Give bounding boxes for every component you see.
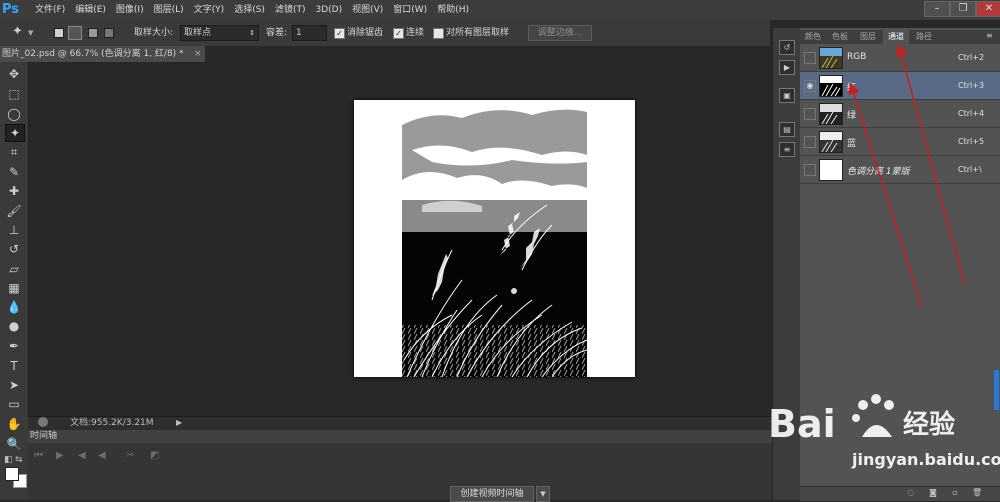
- foreground-color-swatch[interactable]: [5, 467, 19, 481]
- status-menu-icon[interactable]: ▶: [176, 416, 182, 430]
- healing-brush-tool-icon[interactable]: ✚: [5, 183, 23, 199]
- swap-colors-icon[interactable]: ⇆: [15, 455, 23, 465]
- restore-button[interactable]: ❐: [950, 1, 976, 17]
- posterized-reed-photo: [402, 100, 587, 377]
- options-bar: [0, 20, 770, 47]
- new-channel-icon[interactable]: ▫: [950, 488, 960, 497]
- menu-select[interactable]: 选择(S): [229, 0, 270, 20]
- close-document-icon[interactable]: ×: [194, 46, 202, 62]
- visibility-eye-icon[interactable]: ◉: [804, 80, 816, 92]
- arrow-to-channels-tab: [895, 44, 966, 286]
- menu-help[interactable]: 帮助(H): [432, 0, 474, 20]
- menu-file[interactable]: 文件(F): [30, 0, 70, 20]
- timeline-panel-header: [28, 430, 800, 443]
- load-selection-icon[interactable]: ◌: [906, 488, 916, 497]
- menu-filter[interactable]: 滤镜(T): [270, 0, 311, 20]
- subtract-selection-icon[interactable]: [88, 28, 98, 38]
- chevron-updown-icon: ⇕: [249, 29, 255, 37]
- preset-dropdown-icon[interactable]: ▼: [28, 29, 33, 37]
- contiguous-label: 连续: [406, 28, 425, 38]
- annotation-arrows: [848, 44, 966, 308]
- baidu-watermark-logo: Bai 经验: [768, 394, 955, 446]
- visibility-toggle-icon[interactable]: [804, 108, 816, 120]
- menu-view[interactable]: 视图(V): [347, 0, 388, 20]
- brush-tool-icon[interactable]: 🖌: [5, 203, 23, 219]
- menu-type[interactable]: 文字(Y): [189, 0, 230, 20]
- new-selection-icon[interactable]: [54, 28, 64, 38]
- hand-tool-icon[interactable]: ✋: [5, 416, 23, 432]
- delete-channel-icon[interactable]: 🗑: [972, 488, 982, 497]
- properties-panel-icon[interactable]: ▣: [779, 88, 795, 103]
- main-menu: 文件(F) 编辑(E) 图像(I) 图层(L) 文字(Y) 选择(S) 滤镜(T…: [30, 0, 474, 20]
- menu-layer[interactable]: 图层(L): [149, 0, 189, 20]
- magic-wand-tool-icon[interactable]: ✦: [5, 124, 25, 142]
- adjustments-panel-icon[interactable]: ▤: [779, 122, 795, 137]
- tolerance-input[interactable]: 1: [292, 25, 327, 41]
- visibility-toggle-icon[interactable]: [804, 52, 816, 64]
- type-tool-icon[interactable]: T: [5, 358, 23, 374]
- visibility-toggle-icon[interactable]: [804, 164, 816, 176]
- timeline-title: 时间轴: [30, 431, 58, 441]
- actions-panel-icon[interactable]: ▶: [779, 60, 795, 75]
- antialias-label: 消除锯齿: [347, 28, 384, 38]
- all-layers-checkbox[interactable]: [433, 28, 444, 39]
- antialias-checkbox[interactable]: ✓: [334, 28, 345, 39]
- marquee-tool-icon[interactable]: ⬚: [5, 86, 23, 102]
- sample-size-select[interactable]: 取样点 ⇕: [180, 25, 259, 41]
- close-window-button[interactable]: ✕: [976, 1, 1000, 17]
- channels-panel-footer: [800, 486, 1000, 501]
- tab-color[interactable]: 颜色: [802, 30, 824, 44]
- gradient-tool-icon[interactable]: ▦: [5, 280, 23, 296]
- menu-3d[interactable]: 3D(D): [310, 0, 347, 20]
- paragraph-panel-icon[interactable]: ≡: [779, 142, 795, 157]
- save-selection-icon[interactable]: ◙: [928, 488, 938, 497]
- minimize-button[interactable]: –: [924, 1, 950, 17]
- menu-edit[interactable]: 编辑(E): [70, 0, 111, 20]
- photoshop-logo: Ps: [2, 2, 20, 17]
- add-to-selection-icon[interactable]: [68, 26, 82, 40]
- split-scissors-icon[interactable]: ✂: [126, 448, 134, 464]
- move-tool-icon[interactable]: ✥: [5, 66, 23, 82]
- document-tab-title: 图片_02.psd @ 66.7% (色调分离 1, 红/8) *: [2, 49, 184, 59]
- lasso-tool-icon[interactable]: ◯: [5, 106, 23, 122]
- baidu-watermark-url: jingyan.baidu.com: [852, 450, 1000, 469]
- zoom-tool-icon[interactable]: 🔍: [5, 436, 23, 452]
- svg-text:Bai: Bai: [768, 402, 836, 446]
- path-selection-tool-icon[interactable]: ➤: [5, 377, 23, 393]
- svg-text:经验: 经验: [903, 409, 955, 440]
- refine-edge-button[interactable]: 调整边缘...: [528, 25, 592, 41]
- timeline-panel: [28, 443, 800, 500]
- tolerance-label: 容差:: [266, 28, 288, 38]
- intersect-selection-icon[interactable]: [104, 28, 114, 38]
- visibility-toggle-icon[interactable]: [804, 136, 816, 148]
- contiguous-checkbox[interactable]: ✓: [393, 28, 404, 39]
- history-panel-icon[interactable]: ↺: [779, 40, 795, 55]
- eyedropper-tool-icon[interactable]: ✎: [5, 164, 23, 180]
- first-frame-icon[interactable]: ⏮: [34, 448, 43, 464]
- play-icon[interactable]: ▶: [56, 448, 64, 464]
- all-layers-label: 对所有图层取样: [446, 28, 510, 38]
- rectangle-tool-icon[interactable]: ▭: [5, 396, 23, 412]
- document-size-readout: 文档:955.2K/3.21M: [70, 418, 154, 428]
- history-brush-tool-icon[interactable]: ↺: [5, 241, 23, 257]
- sample-size-value: 取样点: [184, 28, 212, 38]
- arrow-to-red-channel: [848, 82, 923, 308]
- crop-tool-icon[interactable]: ⌗: [5, 144, 23, 160]
- prev-frame-icon[interactable]: ◀: [78, 448, 86, 464]
- zoom-level-icon[interactable]: [38, 417, 48, 427]
- menu-image[interactable]: 图像(I): [111, 0, 149, 20]
- blur-tool-icon[interactable]: 💧: [5, 299, 23, 315]
- magic-wand-preset-icon[interactable]: ✦: [12, 24, 23, 39]
- eraser-tool-icon[interactable]: ▱: [5, 261, 23, 277]
- next-frame-icon[interactable]: ◀: [98, 448, 106, 464]
- transition-icon[interactable]: ◩: [150, 448, 159, 464]
- clone-stamp-tool-icon[interactable]: ⊥: [5, 222, 23, 238]
- menu-window[interactable]: 窗口(W): [388, 0, 432, 20]
- default-colors-icon[interactable]: ◧: [4, 455, 13, 465]
- dodge-tool-icon[interactable]: ●: [5, 318, 23, 334]
- sample-size-label: 取样大小:: [134, 28, 174, 38]
- pen-tool-icon[interactable]: ✒: [5, 338, 23, 354]
